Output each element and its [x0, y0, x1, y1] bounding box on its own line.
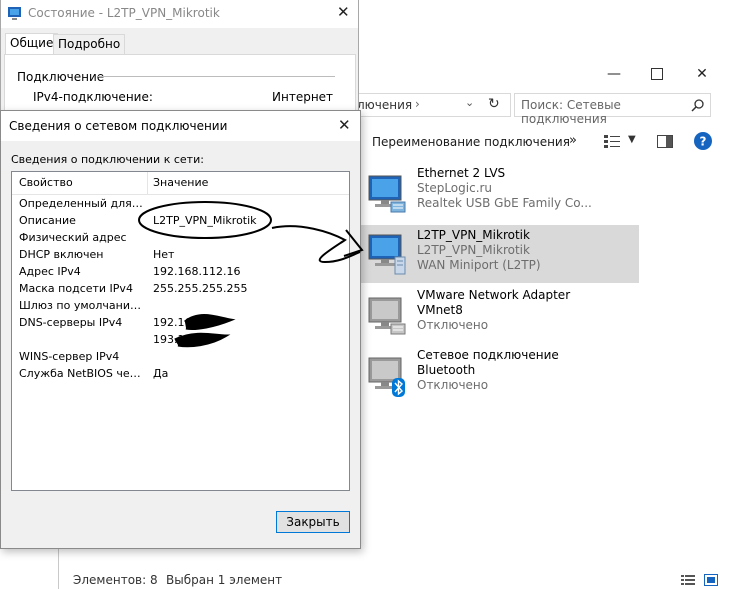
table-row[interactable]: Физический адрес: [12, 229, 349, 246]
details-titlebar: Сведения о сетевом подключении ✕: [1, 111, 360, 141]
breadcrumb-chevron-icon[interactable]: ›: [415, 97, 420, 111]
row-property: Описание: [19, 214, 76, 227]
status-title: Состояние - L2TP_VPN_Mikrotik: [28, 6, 220, 20]
status-close-icon[interactable]: ✕: [337, 3, 350, 21]
connection-item-ethernet[interactable]: Ethernet 2 LVS StepLogic.ru Realtek USB …: [359, 166, 639, 224]
connection-device: Realtek USB GbE Family Co...: [417, 196, 592, 210]
row-property: Определенный для по...: [19, 197, 144, 210]
connection-item-bluetooth[interactable]: Сетевое подключение Bluetooth Отключено: [359, 348, 639, 406]
vpn-adapter-icon: [368, 234, 406, 275]
column-divider[interactable]: [147, 172, 148, 194]
status-bar: Элементов: 8 Выбран 1 элемент: [59, 572, 733, 589]
row-value: 192.168.112.16: [153, 265, 241, 278]
connection-name: Сетевое подключение: [417, 348, 559, 362]
connection-text: VMware Network Adapter VMnet8 Отключено: [417, 288, 637, 333]
minimize-icon[interactable]: —: [599, 60, 629, 88]
row-property: Шлюз по умолчанию IP...: [19, 299, 144, 312]
section-divider: [98, 76, 335, 77]
row-property: Физический адрес: [19, 231, 127, 244]
ethernet-adapter-icon: [368, 175, 406, 213]
connection-section-label: Подключение: [17, 70, 105, 84]
connection-item-vmware[interactable]: VMware Network Adapter VMnet8 Отключено: [359, 288, 639, 346]
table-row[interactable]: Определенный для по...: [12, 195, 349, 212]
details-list[interactable]: Свойство Значение Определенный для по...…: [11, 171, 350, 491]
table-row[interactable]: DHCP включен Нет: [12, 246, 349, 263]
connection-name: Ethernet 2 LVS: [417, 166, 506, 180]
close-window-icon[interactable]: ✕: [687, 60, 717, 88]
large-icons-view-icon[interactable]: [704, 574, 718, 586]
connection-device: WAN Miniport (L2TP): [417, 258, 541, 272]
ethernet-adapter-disabled-icon: [368, 297, 406, 335]
svg-text:?: ?: [700, 135, 707, 149]
status-dialog: Состояние - L2TP_VPN_Mikrotik ✕ Общие По…: [0, 0, 359, 111]
table-row[interactable]: Служба NetBIOS через... Да: [12, 365, 349, 382]
details-view-icon[interactable]: [681, 574, 695, 586]
more-commands-button[interactable]: »: [569, 133, 577, 148]
row-property: Маска подсети IPv4: [19, 282, 133, 295]
breadcrumb[interactable]: лючения: [357, 98, 412, 112]
table-row[interactable]: Описание L2TP_VPN_Mikrotik: [12, 212, 349, 229]
address-dropdown-icon[interactable]: ⌄: [465, 96, 474, 109]
status-tab-panel: Подключение IPv4-подключение: Интернет: [4, 54, 356, 111]
details-subtitle: Сведения о подключении к сети:: [11, 153, 204, 166]
maximize-icon[interactable]: [642, 60, 672, 88]
connection-text: Ethernet 2 LVS StepLogic.ru Realtek USB …: [417, 166, 637, 211]
row-property: Служба NetBIOS через...: [19, 367, 144, 380]
items-count: Элементов: 8: [73, 573, 158, 587]
close-button[interactable]: Закрыть: [276, 511, 350, 533]
connection-network: Bluetooth: [417, 363, 476, 377]
help-icon[interactable]: ?: [694, 132, 712, 150]
connection-text: Сетевое подключение Bluetooth Отключено: [417, 348, 637, 393]
status-titlebar: Состояние - L2TP_VPN_Mikrotik ✕: [1, 0, 358, 28]
table-row[interactable]: Адрес IPv4 192.168.112.16: [12, 263, 349, 280]
table-row[interactable]: Маска подсети IPv4 255.255.255.255: [12, 280, 349, 297]
connection-text: L2TP_VPN_Mikrotik L2TP_VPN_Mikrotik WAN …: [417, 228, 637, 273]
row-property: Адрес IPv4: [19, 265, 81, 278]
table-row[interactable]: WINS-сервер IPv4: [12, 348, 349, 365]
details-dialog: Сведения о сетевом подключении ✕ Сведени…: [0, 110, 361, 549]
ipv4-connectivity-label: IPv4-подключение:: [33, 90, 153, 104]
view-options-icon[interactable]: [604, 135, 622, 149]
row-value: 193.1: [153, 333, 185, 346]
connection-item-l2tp[interactable]: L2TP_VPN_Mikrotik L2TP_VPN_Mikrotik WAN …: [359, 225, 639, 283]
row-value: Нет: [153, 248, 175, 261]
network-icon: [8, 7, 21, 20]
row-property: DNS-серверы IPv4: [19, 316, 123, 329]
row-value: 255.255.255.255: [153, 282, 248, 295]
search-icon[interactable]: [691, 98, 705, 112]
preview-pane-icon[interactable]: [657, 135, 673, 148]
connection-status: Отключено: [417, 318, 489, 332]
address-bar[interactable]: лючения › ⌄ ↻: [354, 93, 511, 117]
connection-network: L2TP_VPN_Mikrotik: [417, 243, 530, 257]
ipv4-connectivity-value: Интернет: [272, 90, 334, 104]
list-header: Свойство Значение: [12, 172, 349, 195]
column-header-value[interactable]: Значение: [153, 176, 208, 189]
refresh-icon[interactable]: ↻: [488, 96, 500, 112]
rename-connection-button[interactable]: Переименование подключения: [372, 135, 570, 149]
row-value: L2TP_VPN_Mikrotik: [153, 214, 257, 227]
row-property: DHCP включен: [19, 248, 104, 261]
connection-status: Отключено: [417, 378, 489, 392]
connection-network: StepLogic.ru: [417, 181, 493, 195]
tab-general[interactable]: Общие: [5, 33, 59, 56]
selected-count: Выбран 1 элемент: [166, 573, 283, 587]
table-row[interactable]: Шлюз по умолчанию IP...: [12, 297, 349, 314]
row-value: 192.16: [153, 316, 192, 329]
table-row[interactable]: 193.1: [12, 331, 349, 348]
details-title: Сведения о сетевом подключении: [9, 119, 228, 133]
connection-name: L2TP_VPN_Mikrotik: [417, 228, 530, 242]
bluetooth-adapter-icon: [368, 357, 405, 397]
tab-details[interactable]: Подробно: [53, 34, 126, 55]
row-value: Да: [153, 367, 169, 380]
search-box[interactable]: Поиск: Сетевые подключения: [514, 93, 711, 126]
connection-name: VMware Network Adapter: [417, 288, 571, 302]
column-header-property[interactable]: Свойство: [19, 176, 73, 189]
connection-network: VMnet8: [417, 303, 463, 317]
table-row[interactable]: DNS-серверы IPv4 192.16: [12, 314, 349, 331]
view-dropdown-icon[interactable]: ▼: [628, 134, 636, 145]
row-property: WINS-сервер IPv4: [19, 350, 120, 363]
search-input[interactable]: Поиск: Сетевые подключения: [521, 98, 710, 126]
details-close-icon[interactable]: ✕: [338, 116, 351, 134]
